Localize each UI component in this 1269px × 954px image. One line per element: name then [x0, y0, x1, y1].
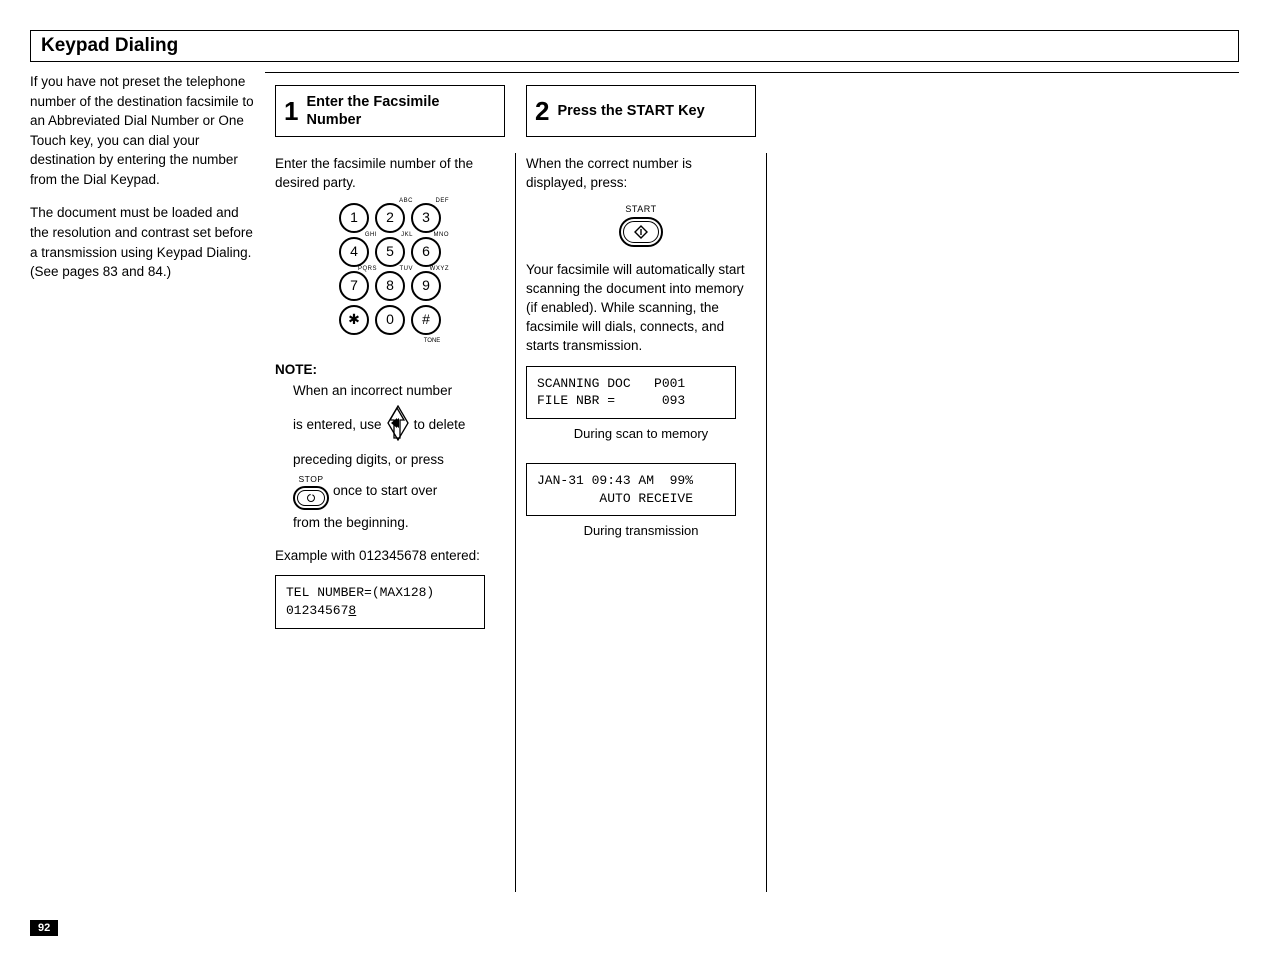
keypad-tone-label: TONE: [367, 337, 497, 345]
keypad-key-6: 6MNO: [411, 237, 441, 267]
keypad-key-4: 4GHI: [339, 237, 369, 267]
step-1-column: 1 Enter the Facsimile Number Enter the f…: [265, 73, 515, 892]
note-line-2b: to delete: [414, 416, 466, 435]
keypad-key-sup: PQRS: [358, 265, 377, 273]
note-line-1: When an incorrect number: [293, 382, 505, 401]
keypad-key-3: 3DEF: [411, 203, 441, 233]
keypad-key-sup: MNO: [434, 231, 450, 239]
dial-keypad: 12ABC3DEF 4GHI5JKL6MNO 7PQRS8TUV9WXYZ ✱0# T…: [325, 203, 455, 347]
keypad-key-sup: JKL: [401, 231, 413, 239]
keypad-key-7: 7PQRS: [339, 271, 369, 301]
diamond-start-icon: [634, 225, 648, 239]
lcd1-line1: TEL NUMBER=(MAX128): [286, 585, 434, 600]
caption-transmit: During transmission: [526, 522, 756, 540]
keypad-key-8: 8TUV: [375, 271, 405, 301]
step-2-header: 2 Press the START Key: [526, 85, 756, 137]
stop-button-icon: [293, 486, 329, 510]
keypad-key-sup: DEF: [436, 197, 450, 205]
start-button-icon: [619, 217, 663, 247]
note-heading: NOTE:: [275, 362, 317, 377]
step-1-number: 1: [284, 98, 298, 124]
step-2-title: Press the START Key: [557, 102, 704, 120]
lcd-scan-line1: SCANNING DOC P001: [537, 376, 685, 391]
example-intro: Example with 012345678 entered:: [275, 547, 505, 566]
page-number: 92: [30, 920, 58, 936]
keypad-key-#: #: [411, 305, 441, 335]
keypad-key-✱: ✱: [339, 305, 369, 335]
step-2-body: Your facsimile will automatically start …: [526, 261, 756, 355]
lcd-tx-line1: JAN-31 09:43 AM 99%: [537, 473, 693, 488]
note-line-2a: is entered, use: [293, 416, 382, 435]
lcd1-line2a: 01234567: [286, 603, 348, 618]
keypad-key-9: 9WXYZ: [411, 271, 441, 301]
lcd-scan-line2: FILE NBR = 093: [537, 393, 685, 408]
caption-scan: During scan to memory: [526, 425, 756, 443]
step-1-intro: Enter the facsimile number of the desire…: [275, 155, 505, 193]
keypad-key-2: 2ABC: [375, 203, 405, 233]
note-line-3: preceding digits, or press: [293, 451, 505, 470]
start-button-illustration: START: [526, 203, 756, 248]
lcd-transmit: JAN-31 09:43 AM 99% AUTO RECEIVE: [526, 463, 736, 516]
keypad-key-sup: TUV: [400, 265, 414, 273]
left-arrow-key-icon: [386, 405, 410, 447]
start-label: START: [526, 203, 756, 216]
keypad-key-0: 0: [375, 305, 405, 335]
empty-column: [767, 73, 1239, 892]
step-2-intro: When the correct number is displayed, pr…: [526, 155, 756, 193]
step-1-title: Enter the Facsimile Number: [306, 93, 496, 129]
step-1-header: 1 Enter the Facsimile Number: [275, 85, 505, 137]
keypad-key-5: 5JKL: [375, 237, 405, 267]
keypad-key-1: 1: [339, 203, 369, 233]
keypad-key-sup: ABC: [399, 197, 413, 205]
lcd-example-step1: TEL NUMBER=(MAX128) 012345678: [275, 575, 485, 628]
intro-paragraph-2: The document must be loaded and the reso…: [30, 203, 255, 281]
section-title: Keypad Dialing: [30, 30, 1239, 62]
keypad-key-sup: WXYZ: [430, 265, 449, 273]
note-line-2: is entered, use: [293, 405, 505, 447]
intro-paragraph-1: If you have not preset the telephone num…: [30, 72, 255, 189]
intro-column: If you have not preset the telephone num…: [30, 72, 265, 892]
keypad-key-sup: GHI: [365, 231, 377, 239]
lcd-scan: SCANNING DOC P001 FILE NBR = 093: [526, 366, 736, 419]
note-line-4b: once to start over: [333, 482, 437, 501]
section-title-text: Keypad Dialing: [31, 31, 192, 61]
note-line-5: from the beginning.: [293, 514, 505, 533]
stop-label: STOP: [293, 474, 329, 486]
lcd1-line2b: 8: [348, 603, 356, 618]
step-2-number: 2: [535, 98, 549, 124]
lcd-tx-line2: AUTO RECEIVE: [537, 491, 693, 506]
note-line-4: STOP once to start over: [293, 474, 505, 510]
step-2-column: 2 Press the START Key When the correct n…: [516, 73, 766, 892]
